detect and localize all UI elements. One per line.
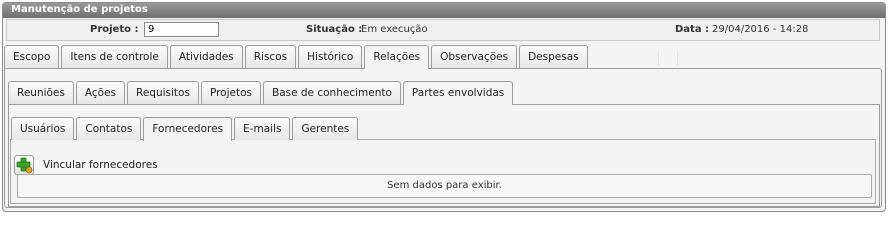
tab-requisitos[interactable]: Requisitos bbox=[127, 81, 199, 104]
tab-itens-de-controle[interactable]: Itens de controle bbox=[61, 45, 168, 68]
tab-observacoes[interactable]: Observações bbox=[431, 45, 518, 68]
main-tabs: Escopo Itens de controle Atividades Risc… bbox=[4, 45, 588, 69]
panel-title: Manutenção de projetos bbox=[3, 3, 885, 18]
add-link-icon bbox=[16, 157, 33, 174]
tab-base-de-conhecimento[interactable]: Base de conhecimento bbox=[262, 81, 401, 104]
tab-contatos[interactable]: Contatos bbox=[76, 117, 142, 140]
tab-riscos[interactable]: Riscos bbox=[244, 45, 297, 68]
date-label: Data : bbox=[675, 24, 710, 35]
suppliers-empty-message: Sem dados para exibir. bbox=[17, 174, 872, 198]
status-label: Situação : bbox=[306, 24, 363, 35]
tab-escopo[interactable]: Escopo bbox=[4, 45, 60, 68]
project-info-bar: Projeto : Situação : Em execução Data : … bbox=[6, 19, 880, 41]
tab-historico[interactable]: Histórico bbox=[298, 45, 363, 68]
date-value: 29/04/2016 - 14:28 bbox=[712, 24, 809, 35]
tab-fornecedores[interactable]: Fornecedores bbox=[143, 117, 233, 141]
project-label: Projeto : bbox=[90, 24, 139, 35]
tab-usuarios[interactable]: Usuários bbox=[11, 117, 75, 140]
tab-partes-envolvidas[interactable]: Partes envolvidas bbox=[402, 81, 514, 105]
tab-reunioes[interactable]: Reuniões bbox=[8, 81, 74, 104]
link-suppliers-label[interactable]: Vincular fornecedores bbox=[43, 159, 158, 171]
party-tabs: Usuários Contatos Fornecedores E-mails G… bbox=[11, 117, 359, 141]
relation-tabs: Reuniões Ações Requisitos Projetos Base … bbox=[8, 81, 514, 105]
tab-relacoes[interactable]: Relações bbox=[364, 45, 430, 69]
tab-projetos[interactable]: Projetos bbox=[200, 81, 261, 104]
project-number-field[interactable] bbox=[144, 22, 219, 37]
tab-acoes[interactable]: Ações bbox=[75, 81, 126, 104]
link-suppliers-button[interactable] bbox=[14, 155, 34, 175]
tab-strip-spacer bbox=[658, 52, 678, 66]
status-value: Em execução bbox=[361, 24, 428, 35]
tab-e-mails[interactable]: E-mails bbox=[234, 117, 291, 140]
tab-despesas[interactable]: Despesas bbox=[519, 45, 588, 68]
tab-gerentes[interactable]: Gerentes bbox=[292, 117, 359, 140]
tab-atividades[interactable]: Atividades bbox=[169, 45, 243, 68]
